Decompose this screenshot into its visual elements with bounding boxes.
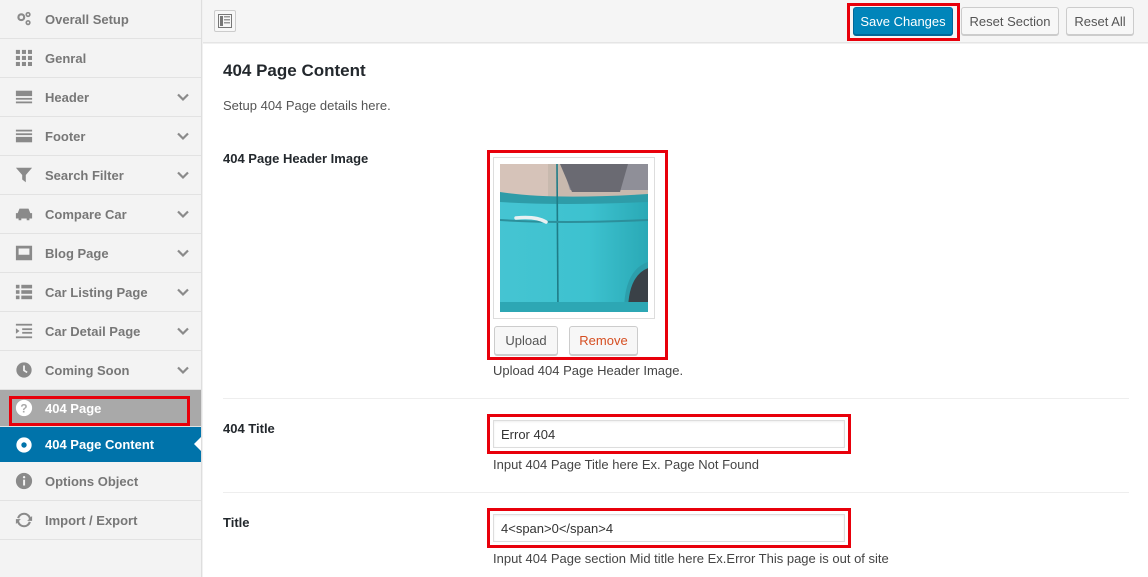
- field-divider: [223, 492, 1129, 493]
- chevron-down-icon: [176, 324, 190, 338]
- refresh-icon: [14, 510, 34, 530]
- chevron-down-icon: [176, 90, 190, 104]
- sidebar-item-overall-setup[interactable]: Overall Setup: [0, 0, 201, 39]
- save-changes-button[interactable]: Save Changes: [853, 7, 953, 35]
- chevron-down-icon: [176, 285, 190, 299]
- sidebar-item-footer[interactable]: Footer: [0, 117, 201, 156]
- sidebar-item-label: Footer: [45, 128, 86, 144]
- sidebar-item-import-export[interactable]: Import / Export: [0, 501, 201, 540]
- reset-section-button[interactable]: Reset Section: [961, 7, 1059, 35]
- field-divider: [223, 398, 1129, 399]
- sidebar-item-label: Car Detail Page: [45, 323, 141, 339]
- filter-icon: [14, 165, 34, 185]
- reset-all-button[interactable]: Reset All: [1066, 7, 1134, 35]
- chevron-down-icon: [176, 129, 190, 143]
- title-404-input[interactable]: [493, 420, 845, 448]
- layout-toggle-button[interactable]: [214, 10, 236, 32]
- upload-button[interactable]: Upload: [494, 326, 558, 355]
- sidebar-item-label: Coming Soon: [45, 362, 130, 378]
- title-description: Input 404 Page section Mid title here Ex…: [493, 551, 889, 566]
- gear-icon: [14, 435, 34, 455]
- sidebar-item-label: Compare Car: [45, 206, 127, 222]
- sidebar-item-blog-page[interactable]: Blog Page: [0, 234, 201, 273]
- indent-icon: [14, 321, 34, 341]
- sidebar-item-404-page-content[interactable]: 404 Page Content: [0, 427, 201, 462]
- section-title: 404 Page Content: [223, 61, 366, 80]
- sidebar-item-car-listing-page[interactable]: Car Listing Page: [0, 273, 201, 312]
- chevron-down-icon: [176, 168, 190, 182]
- options-toolbar: Save Changes Reset Section Reset All: [203, 0, 1148, 43]
- sidebar-item-label: Overall Setup: [45, 11, 129, 27]
- question-icon: ?: [14, 398, 34, 418]
- title-404-description: Input 404 Page Title here Ex. Page Not F…: [493, 457, 759, 472]
- sidebar-item-search-filter[interactable]: Search Filter: [0, 156, 201, 195]
- chevron-down-icon: [176, 363, 190, 377]
- sidebar-item-label: Header: [45, 89, 90, 105]
- sidebar-item-coming-soon[interactable]: Coming Soon: [0, 351, 201, 390]
- sidebar-item-label: Blog Page: [45, 245, 109, 261]
- sidebar-item-car-detail-page[interactable]: Car Detail Page: [0, 312, 201, 351]
- chevron-down-icon: [176, 246, 190, 260]
- header-icon: [14, 87, 34, 107]
- clock-icon: [14, 360, 34, 380]
- car-door-image: [500, 164, 648, 312]
- layout-icon: [218, 14, 232, 28]
- options-sidebar: Overall Setup Genral Header Footer Searc…: [0, 0, 202, 577]
- grid-icon: [14, 48, 34, 68]
- remove-button[interactable]: Remove: [569, 326, 638, 355]
- sidebar-item-label: Options Object: [45, 473, 139, 489]
- sidebar-item-header[interactable]: Header: [0, 78, 201, 117]
- info-icon: [14, 471, 34, 491]
- chevron-down-icon: [176, 207, 190, 221]
- title-label: Title: [223, 515, 250, 530]
- sidebar-item-label: Search Filter: [45, 167, 124, 183]
- options-content: 404 Page Content Setup 404 Page details …: [203, 44, 1148, 577]
- image-icon: [14, 243, 34, 263]
- header-image-preview[interactable]: [493, 157, 655, 319]
- header-image-label: 404 Page Header Image: [223, 151, 369, 166]
- sidebar-item-genral[interactable]: Genral: [0, 39, 201, 78]
- sidebar-item-label: Import / Export: [45, 512, 138, 528]
- sidebar-item-label: 404 Page: [45, 400, 102, 416]
- sidebar-item-label: Car Listing Page: [45, 284, 148, 300]
- sidebar-item-404-page[interactable]: ? 404 Page: [0, 390, 201, 427]
- gears-icon: [14, 9, 34, 29]
- footer-icon: [14, 126, 34, 146]
- sidebar-item-label: Genral: [45, 50, 87, 66]
- sidebar-item-options-object[interactable]: Options Object: [0, 462, 201, 501]
- list-icon: [14, 282, 34, 302]
- car-icon: [14, 204, 34, 224]
- header-image-description: Upload 404 Page Header Image.: [493, 363, 684, 378]
- section-description: Setup 404 Page details here.: [223, 98, 391, 113]
- title-404-label: 404 Title: [223, 421, 275, 436]
- svg-text:?: ?: [20, 403, 27, 416]
- sidebar-item-compare-car[interactable]: Compare Car: [0, 195, 201, 234]
- title-input[interactable]: [493, 514, 845, 542]
- sidebar-item-label: 404 Page Content: [45, 437, 155, 452]
